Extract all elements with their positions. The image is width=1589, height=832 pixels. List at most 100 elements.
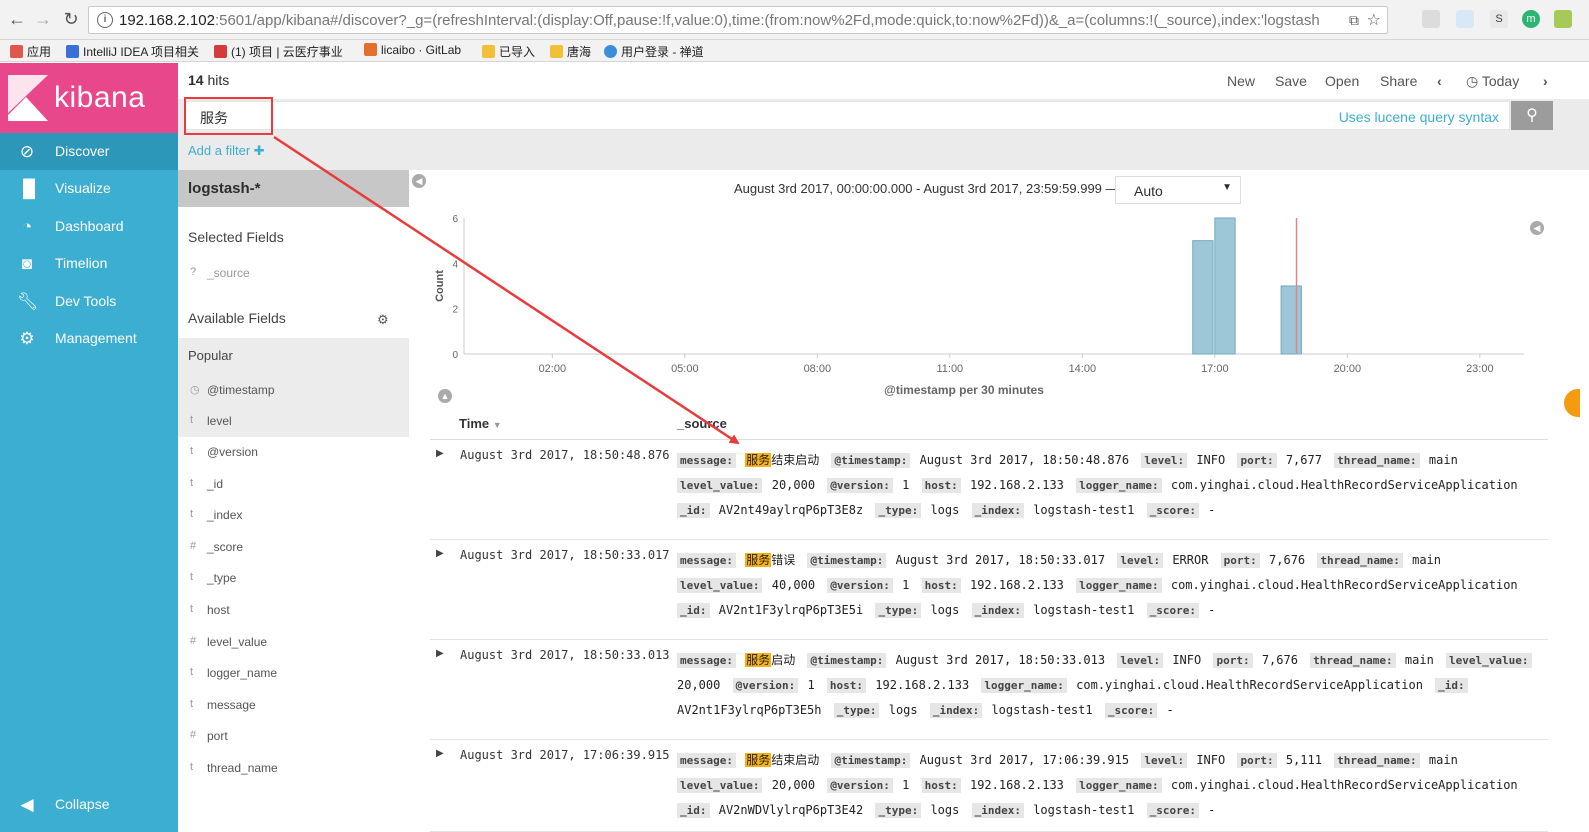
add-filter-link[interactable]: Add a filter ✚ xyxy=(188,143,265,159)
field-key: level_value: xyxy=(677,478,763,493)
bookmark-item[interactable]: (1) 项目 | 云医疗事业 xyxy=(214,43,343,60)
field-key: host: xyxy=(921,778,961,793)
lucene-syntax-link[interactable]: Uses lucene query syntax xyxy=(1339,109,1499,125)
extension-icon[interactable] xyxy=(1554,10,1572,28)
kibana-sidebar: kibana ⊘ Discover ▐▌ Visualize ◔ Dashboa… xyxy=(0,63,178,832)
info-icon[interactable]: i xyxy=(97,12,113,28)
back-arrow-icon[interactable]: ← xyxy=(6,8,28,30)
field-type-icon: # xyxy=(190,539,197,552)
open-button[interactable]: Open xyxy=(1325,73,1359,89)
field-key: @version: xyxy=(827,478,893,493)
sidebar-item-management[interactable]: ⚙ Management xyxy=(0,320,178,357)
bookmark-star-icon[interactable]: ☆ xyxy=(1367,10,1381,30)
field-item[interactable]: t level xyxy=(178,406,409,437)
sort-down-icon[interactable]: ▼ xyxy=(493,420,502,430)
field-item[interactable]: t host xyxy=(178,595,409,626)
sidebar-item-dev-tools[interactable]: 🔧︎ Dev Tools xyxy=(0,283,178,320)
field-type-icon: t xyxy=(190,697,194,710)
extension-icon[interactable] xyxy=(1422,10,1440,28)
search-input[interactable]: 服务 Uses lucene query syntax xyxy=(184,101,1510,130)
bookmark-item[interactable]: 应用 xyxy=(10,43,51,60)
field-value: AV2nWDVlylrqP6pT3E42 xyxy=(718,803,864,817)
time-column-header[interactable]: Time ▼ xyxy=(459,416,502,431)
field-value: - xyxy=(1208,603,1216,617)
field-key: _score: xyxy=(1146,803,1199,818)
time-picker-button[interactable]: ◷ Today xyxy=(1466,73,1519,90)
forward-arrow-icon[interactable]: → xyxy=(32,8,54,30)
x-tick-label: 20:00 xyxy=(1334,363,1362,375)
expand-row-icon[interactable]: ▶ xyxy=(436,548,444,559)
field-key: host: xyxy=(921,478,961,493)
expand-row-icon[interactable]: ▶ xyxy=(436,748,444,759)
field-value: 1 xyxy=(902,778,910,792)
row-time: August 3rd 2017, 18:50:48.876 xyxy=(460,448,670,462)
table-row[interactable]: ▶ August 3rd 2017, 18:50:33.013 message: 服… xyxy=(430,640,1548,740)
reload-icon[interactable]: ↻ xyxy=(60,8,82,30)
sidebar-item-discover[interactable]: ⊘ Discover xyxy=(0,133,178,170)
field-item[interactable]: t logger_name xyxy=(178,658,409,689)
field-value: 192.168.2.133 xyxy=(875,678,970,692)
field-item[interactable]: # port xyxy=(178,721,409,752)
kibana-k-icon xyxy=(8,75,48,121)
chevron-right-icon[interactable]: › xyxy=(1543,73,1548,89)
gear-icon[interactable]: ⚙ xyxy=(377,312,389,328)
field-item[interactable]: ? _source xyxy=(178,258,409,289)
hit-count: 14 hits xyxy=(188,72,230,88)
chevron-left-icon[interactable]: ‹ xyxy=(1437,73,1442,89)
collapse-left-icon: ◀ xyxy=(20,795,34,814)
table-row[interactable]: ▶ August 3rd 2017, 18:50:33.017 message: 服… xyxy=(430,540,1548,640)
collapse-panel-icon[interactable]: ◀ xyxy=(412,174,426,188)
translate-icon[interactable]: ⧉ xyxy=(1349,12,1359,29)
interval-select[interactable]: Auto ▼ xyxy=(1115,176,1241,204)
address-bar[interactable]: i 192.168.2.102:5601/app/kibana#/discove… xyxy=(88,6,1388,34)
field-key: thread_name: xyxy=(1334,453,1420,468)
field-value: INFO xyxy=(1196,753,1226,767)
available-fields-heading: Available Fields xyxy=(188,310,286,326)
dashboard-icon: ◔ xyxy=(21,217,33,236)
field-item[interactable]: ◷ @timestamp xyxy=(178,375,409,406)
extension-m-icon[interactable]: m xyxy=(1522,10,1540,28)
collapse-right-icon[interactable]: ◀ xyxy=(1530,221,1544,235)
expand-row-icon[interactable]: ▶ xyxy=(436,648,444,659)
sidebar-item-visualize[interactable]: ▐▌ Visualize xyxy=(0,170,178,207)
share-button[interactable]: Share xyxy=(1380,73,1417,89)
bookmark-folder[interactable]: 已导入 xyxy=(482,43,535,60)
field-item[interactable]: # _score xyxy=(178,532,409,563)
field-item[interactable]: t message xyxy=(178,690,409,721)
save-button[interactable]: Save xyxy=(1275,73,1307,89)
index-pattern-selector[interactable]: logstash-* xyxy=(178,170,409,207)
field-item[interactable]: t _index xyxy=(178,500,409,531)
bookmark-item[interactable]: licaibo · GitLab xyxy=(364,43,461,57)
field-item[interactable]: t @version xyxy=(178,437,409,468)
sidebar-item-label: Dev Tools xyxy=(55,293,117,309)
row-time: August 3rd 2017, 18:50:33.017 xyxy=(460,548,670,562)
new-button[interactable]: New xyxy=(1227,73,1255,89)
sidebar-collapse-button[interactable]: ◀ Collapse xyxy=(0,786,178,823)
collapse-up-icon[interactable]: ▲ xyxy=(438,389,452,403)
field-type-icon: t xyxy=(190,571,194,584)
floating-widget[interactable] xyxy=(1562,387,1582,419)
extension-icon[interactable] xyxy=(1456,10,1474,28)
table-row[interactable]: ▶ August 3rd 2017, 17:06:39.915 message: 服… xyxy=(430,740,1548,832)
field-item[interactable]: t _type xyxy=(178,563,409,594)
search-button[interactable]: ⚲ xyxy=(1511,101,1553,130)
field-item[interactable]: t thread_name xyxy=(178,753,409,784)
table-row[interactable]: ▶ August 3rd 2017, 18:50:48.876 message: 服… xyxy=(430,440,1548,540)
sidebar-item-dashboard[interactable]: ◔ Dashboard xyxy=(0,208,178,245)
expand-row-icon[interactable]: ▶ xyxy=(436,448,444,459)
field-key: _type: xyxy=(875,603,922,618)
kibana-logo[interactable]: kibana xyxy=(0,63,178,133)
url-text[interactable]: 192.168.2.102:5601/app/kibana#/discover?… xyxy=(119,12,1319,29)
field-item[interactable]: t _id xyxy=(178,469,409,500)
bookmark-folder[interactable]: 唐海 xyxy=(550,43,591,60)
field-key: logger_name: xyxy=(1076,778,1162,793)
sidebar-item-timelion[interactable]: ◙ Timelion xyxy=(0,245,178,282)
bookmark-item[interactable]: IntelliJ IDEA 项目相关 xyxy=(66,43,199,60)
field-value: August 3rd 2017, 18:50:48.876 xyxy=(919,453,1130,467)
field-key: port: xyxy=(1237,753,1277,768)
field-key: thread_name: xyxy=(1334,753,1420,768)
field-item[interactable]: # level_value xyxy=(178,627,409,658)
bookmark-item[interactable]: 用户登录 - 禅道 xyxy=(604,43,704,60)
field-key: level: xyxy=(1141,753,1188,768)
extension-s-icon[interactable]: S xyxy=(1490,10,1508,28)
